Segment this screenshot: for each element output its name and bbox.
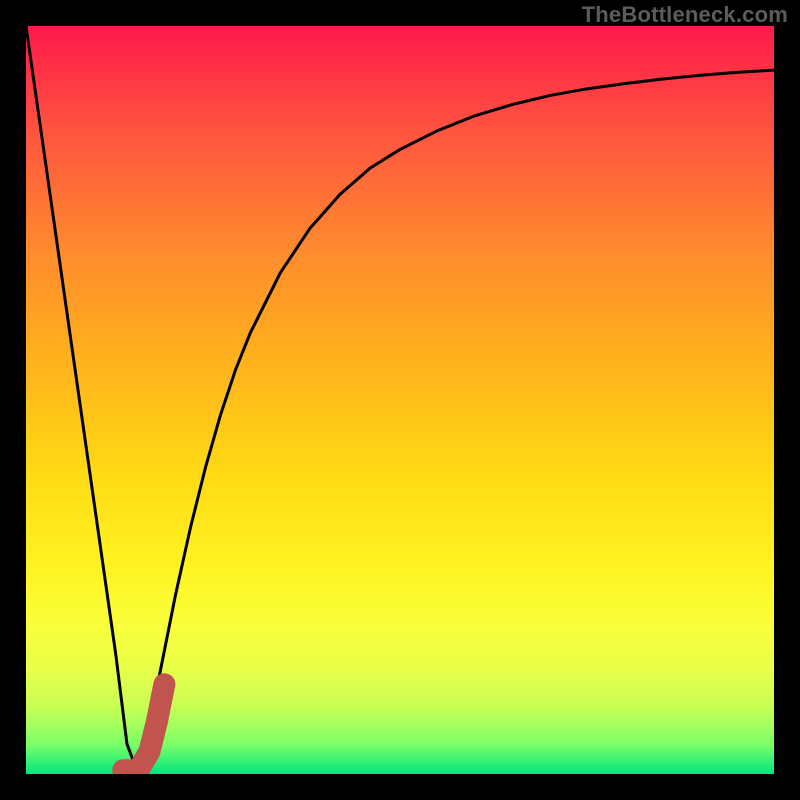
curve-overlay — [26, 26, 774, 774]
plot-area — [26, 26, 774, 774]
optimal-zone-highlight — [123, 684, 164, 770]
attribution-watermark: TheBottleneck.com — [582, 2, 788, 28]
bottleneck-curve — [26, 26, 774, 774]
chart-frame: TheBottleneck.com — [0, 0, 800, 800]
